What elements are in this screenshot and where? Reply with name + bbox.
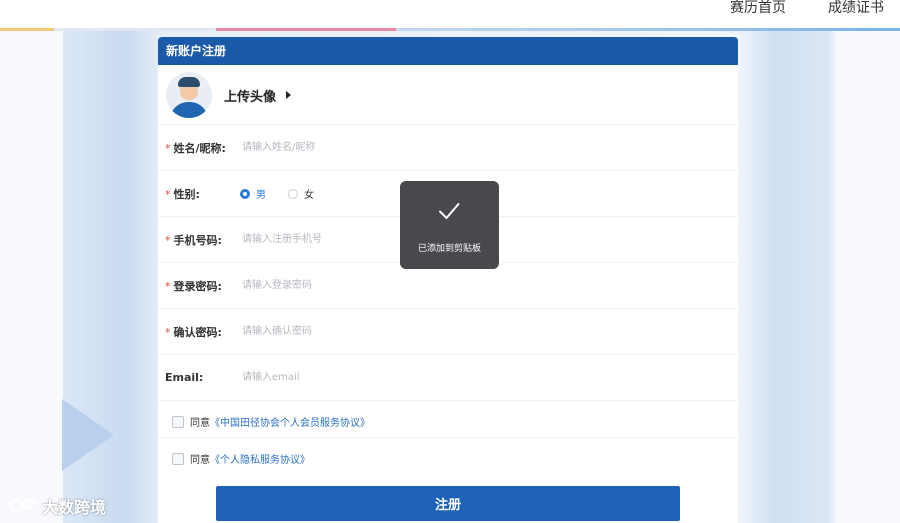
password-input[interactable]: [240, 279, 544, 292]
name-row: * 姓名/昵称:: [158, 124, 738, 170]
confirm-password-row: * 确认密码:: [158, 308, 738, 354]
toast-message: 已添加到剪贴板: [417, 244, 481, 254]
register-card: 新账户注册 上传头像 *姓名/昵称: *性别: 男 女 *手机号码: *登录密码…: [158, 37, 738, 523]
gender-male-radio[interactable]: 男: [240, 186, 266, 201]
email-label: Email:: [165, 371, 204, 384]
top-bar: 赛历首页 成绩证书: [0, 0, 900, 31]
register-button[interactable]: 注册: [216, 486, 680, 521]
avatar-upload[interactable]: 上传头像: [166, 71, 292, 119]
email-input[interactable]: [240, 371, 544, 384]
caret-right-icon[interactable]: [286, 91, 292, 99]
agreement-1[interactable]: 同意 《中国田径协会个人会员服务协议》: [172, 414, 370, 429]
name-label: * 姓名/昵称:: [165, 141, 226, 155]
privacy-agreement-link[interactable]: 《个人隐私服务协议》: [210, 451, 310, 466]
member-agreement-link[interactable]: 《中国田径协会个人会员服务协议》: [210, 414, 370, 429]
name-input[interactable]: [240, 141, 544, 154]
watermark-logo-icon: [9, 498, 38, 513]
watermark: 大数跨境: [8, 494, 106, 518]
agreement-row-2: 同意 《个人隐私服务协议》: [158, 437, 738, 483]
phone-label: * 手机号码:: [165, 233, 222, 247]
agreement-2[interactable]: 同意 《个人隐私服务协议》: [172, 451, 310, 466]
gender-female-radio[interactable]: 女: [288, 186, 314, 201]
confirm-password-input[interactable]: [240, 325, 544, 338]
confirm-password-label: * 确认密码:: [165, 325, 222, 339]
avatar[interactable]: [166, 72, 212, 118]
card-title: 新账户注册: [158, 37, 738, 65]
top-nav: 赛历首页 成绩证书: [730, 0, 884, 16]
clipboard-toast: 已添加到剪贴板: [400, 181, 499, 269]
gender-label: * 性别:: [165, 187, 200, 201]
agreement-2-checkbox[interactable]: [172, 452, 184, 465]
nav-home-link[interactable]: 赛历首页: [730, 0, 786, 16]
decorative-triangle: [62, 399, 114, 471]
upload-avatar-label[interactable]: 上传头像: [224, 86, 276, 105]
agreement-1-checkbox[interactable]: [172, 415, 184, 428]
email-row: Email:: [158, 354, 738, 400]
check-icon: [439, 203, 460, 219]
watermark-text: 大数跨境: [42, 498, 107, 517]
nav-certificate-link[interactable]: 成绩证书: [828, 0, 884, 16]
password-label: * 登录密码:: [165, 279, 222, 293]
